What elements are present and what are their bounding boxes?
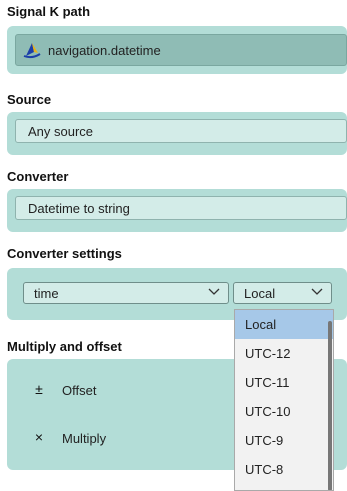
- converter-field[interactable]: Datetime to string: [15, 196, 347, 220]
- format-select[interactable]: time: [23, 282, 229, 304]
- signalk-path-title: Signal K path: [7, 4, 91, 19]
- chevron-down-icon: [311, 288, 323, 295]
- timezone-select[interactable]: Local: [233, 282, 332, 304]
- signalk-path-value: navigation.datetime: [48, 42, 161, 58]
- timezone-option[interactable]: UTC-8: [235, 455, 333, 484]
- timezone-option[interactable]: Local: [235, 310, 333, 339]
- timezone-option[interactable]: UTC-9: [235, 426, 333, 455]
- converter-settings-title: Converter settings: [7, 246, 122, 261]
- source-value: Any source: [28, 123, 94, 139]
- signalk-logo-icon: [22, 40, 42, 60]
- converter-panel: Datetime to string: [7, 189, 347, 232]
- source-panel: Any source: [7, 112, 347, 155]
- timezone-option[interactable]: UTC-12: [235, 339, 333, 368]
- source-title: Source: [7, 92, 52, 107]
- signalk-path-panel: navigation.datetime: [7, 26, 347, 74]
- signalk-path-field[interactable]: navigation.datetime: [15, 34, 347, 66]
- timezone-select-value: Local: [244, 285, 276, 301]
- timezone-dropdown[interactable]: Local UTC-12 UTC-11 UTC-10 UTC-9 UTC-8: [234, 309, 334, 491]
- plus-minus-icon: ±: [35, 381, 43, 397]
- offset-label[interactable]: Offset: [62, 383, 96, 398]
- dropdown-scrollbar[interactable]: [328, 321, 332, 490]
- source-field[interactable]: Any source: [15, 119, 347, 143]
- format-select-value: time: [34, 285, 59, 301]
- multiply-label[interactable]: Multiply: [62, 431, 106, 446]
- times-icon: ×: [34, 429, 44, 445]
- converter-value: Datetime to string: [28, 200, 130, 216]
- timezone-option[interactable]: UTC-11: [235, 368, 333, 397]
- timezone-option[interactable]: UTC-10: [235, 397, 333, 426]
- chevron-down-icon: [208, 288, 220, 295]
- converter-title: Converter: [7, 169, 69, 184]
- multiply-offset-title: Multiply and offset: [7, 339, 122, 354]
